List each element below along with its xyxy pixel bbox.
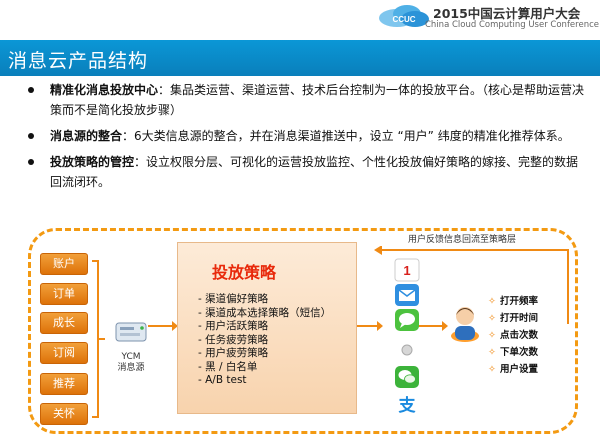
strategy-item: - 黑 / 白名单 bbox=[198, 360, 258, 373]
arrow-ycm-to-strategy bbox=[148, 321, 178, 331]
metric-item: ✧ 点击次数 bbox=[488, 327, 538, 344]
strategy-item: - 渠道偏好策略 bbox=[198, 293, 269, 305]
metric-label: 用户设置 bbox=[499, 364, 538, 375]
bullet-bold: 消息源的整合 bbox=[50, 129, 123, 143]
bullet-text: ：6大类信息源的整合，并在消息渠道推送中，设立 “用户” 纬度的精准化推荐体系。 bbox=[122, 129, 570, 143]
svg-text:支: 支 bbox=[399, 395, 417, 416]
bullet-dot-icon bbox=[28, 87, 34, 93]
metric-label: 打开时间 bbox=[499, 313, 538, 324]
star-icon: ✧ bbox=[488, 347, 496, 358]
alipay-icon: 支 bbox=[395, 393, 419, 416]
star-icon: ✧ bbox=[488, 330, 496, 341]
source-bracket bbox=[92, 260, 105, 418]
bullet-dot-icon bbox=[28, 159, 34, 165]
feedback-label: 用户反馈信息回流至策略层 bbox=[408, 235, 517, 245]
conference-header: CCUC 2015中国云计算用户大会 China Cloud Computing… bbox=[0, 0, 600, 36]
metric-item: ✧ 打开时间 bbox=[488, 310, 538, 327]
metric-label: 点击次数 bbox=[499, 330, 538, 341]
strategy-item: - 用户疲劳策略 bbox=[198, 347, 269, 359]
dot-icon bbox=[401, 344, 413, 356]
source-order: 订单 bbox=[40, 283, 88, 305]
metric-label: 打开频率 bbox=[499, 296, 538, 307]
source-account: 账户 bbox=[40, 253, 88, 275]
slide-title-bar: 消息云产品结构 bbox=[0, 40, 600, 76]
bullet-dot-icon bbox=[28, 133, 34, 139]
strategy-list: - 渠道偏好策略 - 渠道成本选择策略（短信） - 用户活跃策略 - 任务疲劳策… bbox=[198, 293, 331, 388]
user-avatar-icon bbox=[451, 307, 479, 342]
svg-text:CCUC: CCUC bbox=[392, 15, 415, 24]
metric-item: ✧ 打开频率 bbox=[488, 293, 538, 310]
email-icon bbox=[395, 284, 419, 306]
strategy-item: - 用户活跃策略 bbox=[198, 320, 269, 332]
ycm-server-icon bbox=[115, 322, 147, 342]
conference-subtitle: China Cloud Computing User Conference bbox=[425, 20, 599, 30]
user-metrics: ✧ 打开频率 ✧ 打开时间 ✧ 点击次数 ✧ 下单次数 ✧ 用户设置 bbox=[488, 293, 538, 378]
strategy-title: 投放策略 bbox=[212, 263, 277, 282]
bullet-list: 精准化消息投放中心：集品类运营、渠道运营、技术后台控制为一体的投放平台。（核心是… bbox=[28, 80, 588, 198]
source-growth: 成长 bbox=[40, 312, 88, 334]
bullet-bold: 精准化消息投放中心 bbox=[50, 83, 159, 97]
metric-item: ✧ 下单次数 bbox=[488, 344, 538, 361]
ycm-label-line2: 消息源 bbox=[117, 363, 145, 373]
bullet-item: 投放策略的管控：设立权限分层、可视化的运营投放监控、个性化投放偏好策略的嫁接、完… bbox=[28, 152, 588, 192]
strategy-item: - 渠道成本选择策略（短信） bbox=[198, 306, 332, 319]
source-care: 关怀 bbox=[40, 403, 88, 425]
metric-item: ✧ 用户设置 bbox=[488, 361, 538, 378]
ycm-label: YCM 消息源 bbox=[108, 352, 154, 374]
arrow-channels-to-user bbox=[418, 321, 448, 331]
strategy-panel: 投放策略 - 渠道偏好策略 - 渠道成本选择策略（短信） - 用户活跃策略 - … bbox=[177, 242, 357, 414]
bullet-bold: 投放策略的管控 bbox=[50, 155, 135, 169]
star-icon: ✧ bbox=[488, 364, 496, 375]
svg-text:1: 1 bbox=[403, 263, 410, 278]
strategy-item: - 任务疲劳策略 bbox=[198, 333, 269, 346]
sms-icon: 1 bbox=[394, 258, 420, 282]
ycm-label-line1: YCM bbox=[121, 352, 141, 362]
metric-label: 下单次数 bbox=[499, 347, 538, 358]
star-icon: ✧ bbox=[488, 296, 496, 307]
slide-title: 消息云产品结构 bbox=[8, 50, 149, 72]
source-subscription: 订阅 bbox=[40, 342, 88, 364]
source-recommend: 推荐 bbox=[40, 373, 88, 395]
strategy-item: - A/B test bbox=[198, 374, 247, 386]
bullet-item: 消息源的整合：6大类信息源的整合，并在消息渠道推送中，设立 “用户” 纬度的精准… bbox=[28, 126, 588, 146]
message-icon bbox=[395, 309, 419, 331]
star-icon: ✧ bbox=[488, 313, 496, 324]
wechat-icon bbox=[395, 366, 419, 388]
bullet-item: 精准化消息投放中心：集品类运营、渠道运营、技术后台控制为一体的投放平台。（核心是… bbox=[28, 80, 588, 120]
